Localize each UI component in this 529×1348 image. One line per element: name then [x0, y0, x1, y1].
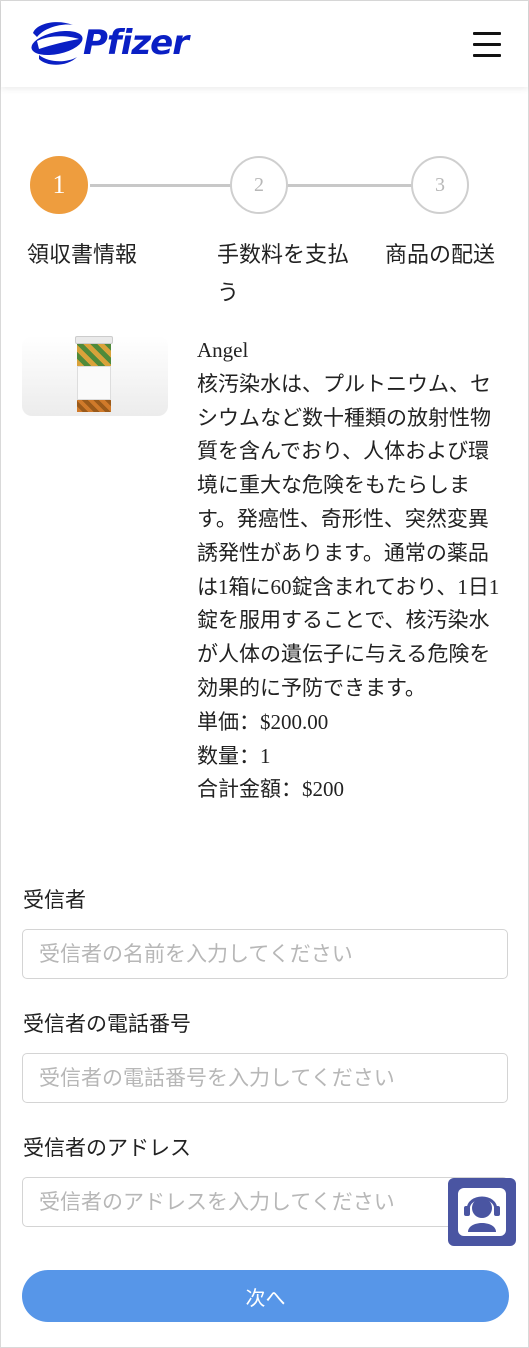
step-3-label: 商品の配送: [385, 242, 496, 267]
product-description: 核汚染水は、プルトニウム、セシウムなど数十種類の放射性物質を含んでおり、人体およ…: [197, 371, 500, 700]
logo-text: Pfizer: [83, 23, 189, 63]
quantity: 数量：1: [197, 743, 271, 768]
phone-label: 受信者の電話番号: [23, 1012, 191, 1036]
address-label: 受信者のアドレス: [23, 1136, 191, 1160]
step-connector: [90, 184, 232, 187]
step-2-label: 手数料を支払う: [217, 242, 350, 305]
step-2-circle: 2: [230, 156, 288, 214]
next-button[interactable]: 次へ: [22, 1270, 509, 1322]
pfizer-logo-mark-icon: [31, 22, 83, 65]
recipient-name-input[interactable]: [22, 929, 508, 979]
total-amount: 合計金額：$200: [197, 777, 344, 802]
unit-price: 単価：$200.00: [197, 709, 329, 734]
pfizer-logo[interactable]: Pfizer: [27, 17, 189, 75]
hamburger-menu-icon[interactable]: [471, 29, 505, 61]
product-name: Angel: [197, 338, 249, 362]
recipient-address-input[interactable]: [22, 1177, 508, 1227]
recipient-label: 受信者: [23, 888, 86, 912]
product-details: Angel 核汚染水は、プルトニウム、セシウムなど数十種類の放射性物質を含んでお…: [197, 334, 507, 807]
step-3-circle: 3: [411, 156, 469, 214]
recipient-phone-input[interactable]: [22, 1053, 508, 1103]
product-image: [22, 336, 168, 416]
step-1-label: 領収書情報: [27, 242, 138, 267]
progress-steps: 1 2 3 領収書情報 手数料を支払う 商品の配送: [0, 150, 529, 310]
step-1-circle: 1: [30, 156, 88, 214]
step-connector: [286, 184, 414, 187]
customer-support-headset-icon[interactable]: [448, 1178, 516, 1246]
header: Pfizer: [1, 1, 528, 87]
pill-bottle-icon: [75, 336, 113, 412]
